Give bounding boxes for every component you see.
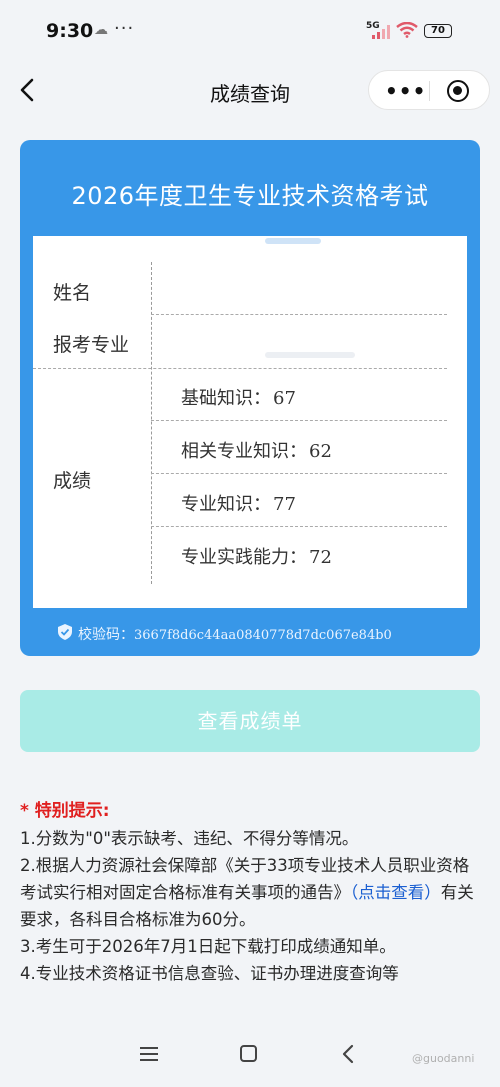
score-value: 67 xyxy=(273,388,296,409)
score-item: 相关专业知识： 62 xyxy=(181,437,332,463)
mini-program-capsule: ••• xyxy=(368,70,490,110)
score-table: 姓名 报考专业 成绩 基础知识： 67 相关专业知识： 62 专业知识： 77 专业实… xyxy=(33,236,467,608)
notes-section: * 特别提示: 1.分数为"0"表示缺考、违纪、不得分等情况。 2.根据人力资源… xyxy=(20,798,484,987)
decoration-bar xyxy=(265,238,321,244)
score-value: 77 xyxy=(273,494,296,515)
row-divider xyxy=(33,368,447,369)
score-colon: ： xyxy=(253,388,271,409)
row-divider xyxy=(151,420,447,421)
wifi-icon xyxy=(396,22,418,38)
shield-check-icon xyxy=(58,624,72,640)
score-subject: 相关专业知识 xyxy=(181,441,289,462)
score-label: 成绩 xyxy=(53,470,92,492)
notes-title: * 特别提示: xyxy=(20,801,110,821)
more-dots-icon: ··· xyxy=(114,18,135,39)
score-value: 72 xyxy=(309,547,332,568)
back-icon[interactable] xyxy=(340,1044,356,1064)
nav-bar: 成绩查询 ••• xyxy=(0,62,500,120)
battery-icon: 70 xyxy=(424,24,452,38)
menu-icon[interactable] xyxy=(140,1047,158,1061)
score-colon: ： xyxy=(289,547,307,568)
capsule-divider xyxy=(429,81,430,101)
check-code-value: 3667f8d6c44aa0840778d7dc067e84b0 xyxy=(134,628,392,643)
check-code-label: 校验码： xyxy=(78,627,134,643)
check-code: 校验码：3667f8d6c44aa0840778d7dc067e84b0 xyxy=(58,624,392,644)
score-subject: 专业知识 xyxy=(181,494,253,515)
signal-icon xyxy=(372,25,390,39)
note-item: 3.考生可于2026年7月1日起下载打印成绩通知单。 xyxy=(20,937,396,956)
column-divider xyxy=(151,262,152,584)
view-transcript-button[interactable]: 查看成绩单 xyxy=(20,690,480,752)
major-label: 报考专业 xyxy=(53,334,130,356)
note-item: 1.分数为"0"表示缺考、违纪、不得分等情况。 xyxy=(20,829,359,848)
view-notice-link[interactable]: （点击查看） xyxy=(350,883,441,902)
status-time: 9:30 xyxy=(46,20,94,42)
score-colon: ： xyxy=(253,494,271,515)
row-divider xyxy=(151,314,447,315)
watermark: @guodanni xyxy=(412,1052,475,1065)
score-value: 62 xyxy=(309,441,332,462)
major-value-blurred xyxy=(265,352,355,358)
name-label: 姓名 xyxy=(53,282,92,304)
note-item: 2.根据人力资源社会保障部《关于33项专业技术人员职业资格考试实行相对固定合格标… xyxy=(20,852,484,933)
row-divider xyxy=(151,473,447,474)
score-card: 2026年度卫生专业技术资格考试 姓名 报考专业 成绩 基础知识： 67 相关专业… xyxy=(20,140,480,656)
home-icon[interactable] xyxy=(240,1045,257,1062)
score-item: 专业知识： 77 xyxy=(181,490,296,516)
cloud-icon: ☁ xyxy=(94,22,108,38)
score-item: 专业实践能力： 72 xyxy=(181,543,332,569)
status-bar: 9:30 ☁ ··· 5G 70 xyxy=(0,0,500,62)
score-subject: 专业实践能力 xyxy=(181,547,289,568)
score-subject: 基础知识 xyxy=(181,388,253,409)
note-item: 4.专业技术资格证书信息查验、证书办理进度查询等 xyxy=(20,964,399,983)
target-icon[interactable] xyxy=(447,80,469,102)
more-dots-icon[interactable]: ••• xyxy=(385,79,426,103)
row-divider xyxy=(151,526,447,527)
score-colon: ： xyxy=(289,441,307,462)
exam-title: 2026年度卫生专业技术资格考试 xyxy=(71,182,429,210)
score-item: 基础知识： 67 xyxy=(181,384,296,410)
